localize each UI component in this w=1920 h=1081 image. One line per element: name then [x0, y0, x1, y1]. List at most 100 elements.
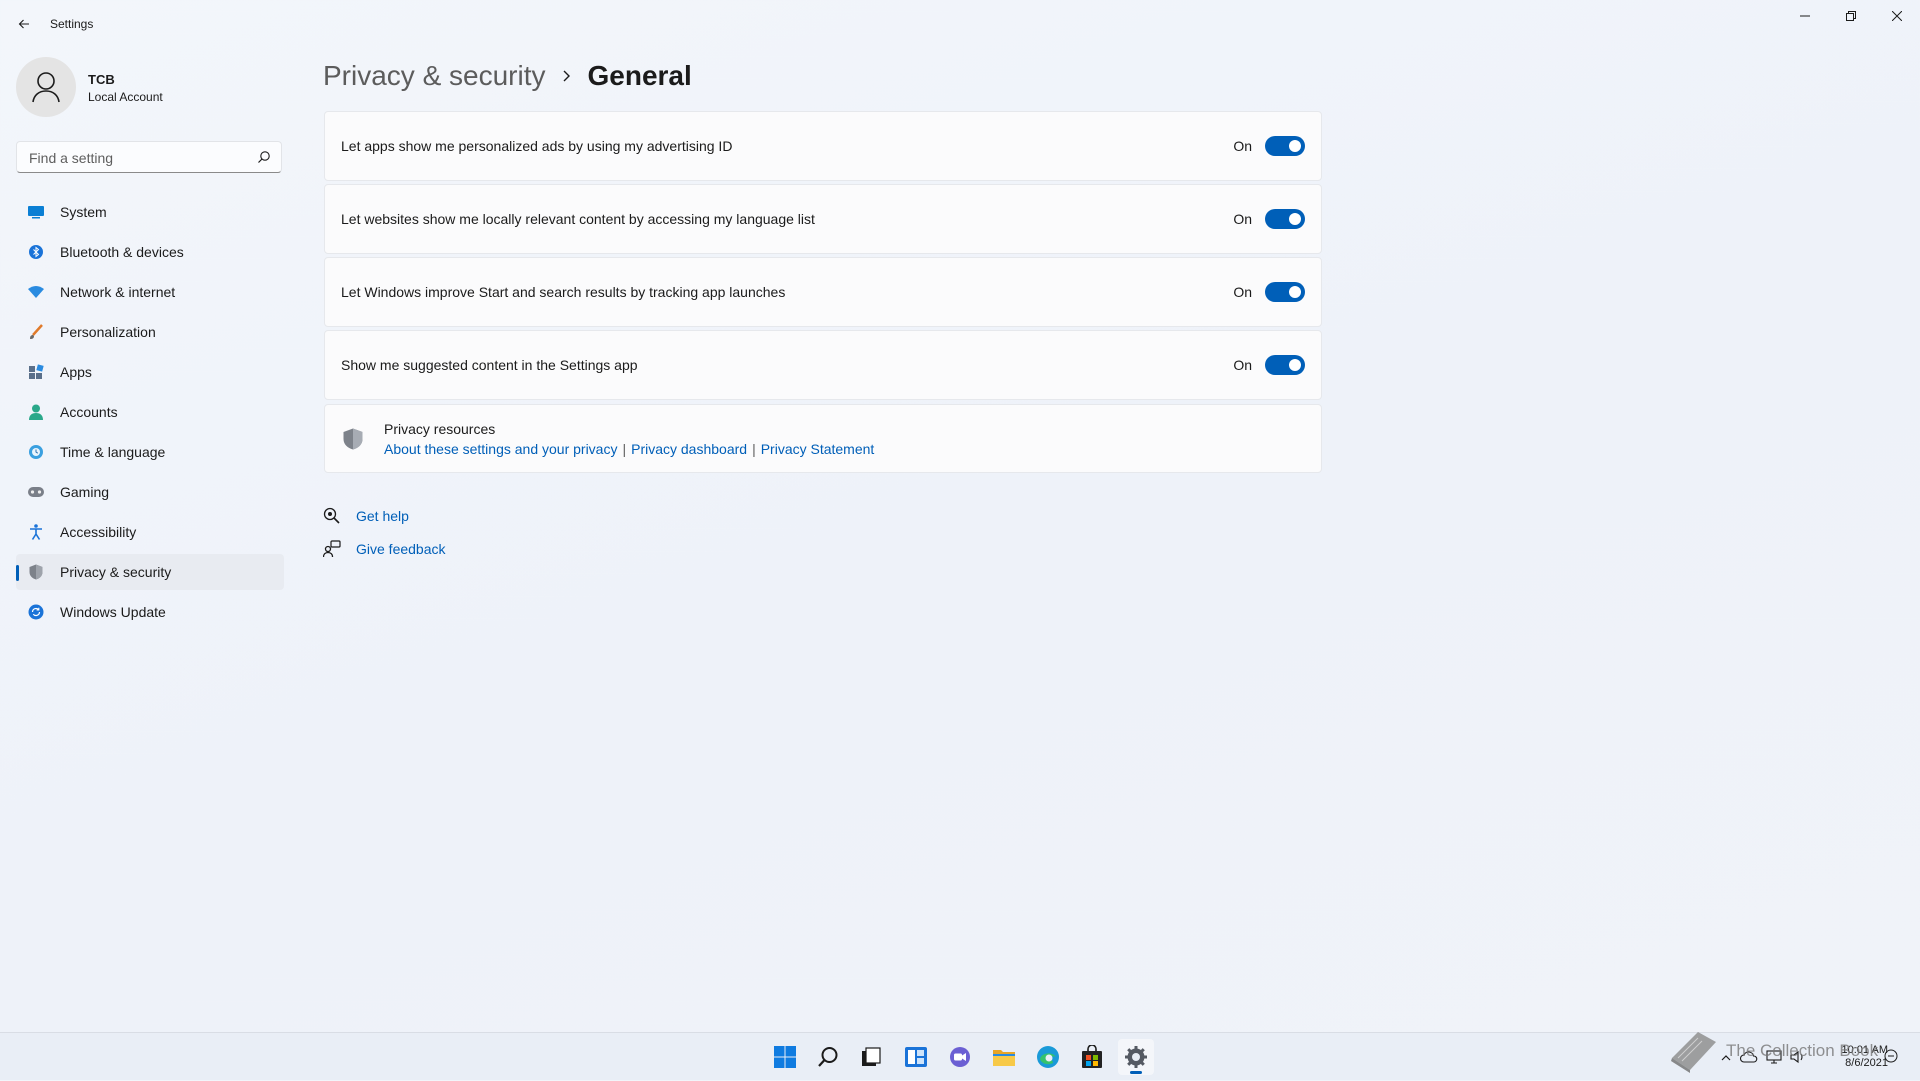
back-button[interactable]	[12, 10, 36, 38]
restore-icon	[1846, 11, 1856, 21]
chevron-right-icon	[562, 69, 572, 83]
sidebar-nav: System Bluetooth & devices Network & int…	[16, 194, 284, 634]
sidebar-item-personalization[interactable]: Personalization	[16, 314, 284, 350]
edge-button[interactable]	[1030, 1039, 1066, 1075]
app-launch-tracking-toggle[interactable]	[1265, 282, 1305, 302]
sidebar-item-label: Privacy & security	[60, 564, 172, 580]
store-icon	[1082, 1045, 1102, 1068]
app-title: Settings	[50, 17, 94, 31]
link-divider: |	[622, 441, 627, 457]
sidebar-item-label: Network & internet	[60, 284, 176, 300]
start-button[interactable]	[767, 1039, 803, 1075]
about-settings-privacy-link[interactable]: About these settings and your privacy	[384, 441, 617, 457]
search-icon	[258, 151, 270, 163]
sidebar-item-bluetooth[interactable]: Bluetooth & devices	[16, 234, 284, 270]
shield-icon	[343, 428, 363, 450]
user-profile[interactable]: TCB Local Account	[16, 57, 276, 117]
watermark-text: The Collection Book	[1726, 1041, 1879, 1060]
sidebar-item-network[interactable]: Network & internet	[16, 274, 284, 310]
get-help-row[interactable]: Get help	[323, 504, 409, 528]
watermark: The Collection Book	[1668, 1027, 1908, 1075]
store-button[interactable]	[1074, 1039, 1110, 1075]
sidebar-item-accounts[interactable]: Accounts	[16, 394, 284, 430]
sidebar-item-system[interactable]: System	[16, 194, 284, 230]
setting-card-language-list: Let websites show me locally relevant co…	[324, 184, 1322, 254]
privacy-resources-card: Privacy resources About these settings a…	[324, 404, 1322, 473]
system-icon	[28, 204, 44, 220]
toggle-state-text: On	[1233, 284, 1252, 300]
advertising-id-toggle[interactable]	[1265, 136, 1305, 156]
privacy-dashboard-link[interactable]: Privacy dashboard	[631, 441, 747, 457]
sidebar-item-apps[interactable]: Apps	[16, 354, 284, 390]
restore-button[interactable]	[1828, 0, 1874, 32]
widgets-button[interactable]	[898, 1039, 934, 1075]
feedback-icon	[323, 540, 341, 558]
sidebar-item-accessibility[interactable]: Accessibility	[16, 514, 284, 550]
setting-label: Let Windows improve Start and search res…	[341, 284, 786, 300]
sidebar-item-label: System	[60, 204, 107, 220]
time-language-icon	[28, 444, 44, 460]
sidebar-item-label: Time & language	[60, 444, 166, 460]
toggle-knob	[1289, 286, 1301, 298]
page-title: General	[587, 60, 692, 91]
close-icon	[1892, 11, 1902, 21]
sidebar-item-label: Apps	[60, 364, 92, 380]
privacy-resources-links: About these settings and your privacy | …	[384, 441, 874, 457]
toggle-state-text: On	[1233, 211, 1252, 227]
setting-label: Show me suggested content in the Setting…	[341, 357, 638, 373]
toggle-state-text: On	[1233, 138, 1252, 154]
suggested-content-toggle[interactable]	[1265, 355, 1305, 375]
apps-icon	[28, 364, 44, 380]
chat-icon	[950, 1047, 970, 1067]
setting-label: Let apps show me personalized ads by usi…	[341, 138, 733, 154]
settings-button[interactable]	[1118, 1039, 1154, 1075]
accessibility-icon	[28, 524, 44, 540]
file-explorer-button[interactable]	[986, 1039, 1022, 1075]
avatar	[16, 57, 76, 117]
taskbar-search-button[interactable]	[810, 1039, 846, 1075]
back-arrow-icon	[18, 19, 29, 29]
setting-card-advertising-id: Let apps show me personalized ads by usi…	[324, 111, 1322, 181]
toggle-state-text: On	[1233, 357, 1252, 373]
search-icon	[818, 1047, 838, 1067]
sidebar-item-label: Personalization	[60, 324, 156, 340]
gaming-icon	[28, 484, 44, 500]
breadcrumb-parent[interactable]: Privacy & security	[323, 60, 546, 92]
minimize-button[interactable]	[1782, 0, 1828, 32]
give-feedback-link[interactable]: Give feedback	[356, 541, 446, 557]
account-type: Local Account	[88, 90, 163, 104]
sidebar-item-label: Bluetooth & devices	[60, 244, 184, 260]
chat-button[interactable]	[942, 1039, 978, 1075]
get-help-link[interactable]: Get help	[356, 508, 409, 524]
book-logo-icon	[1671, 1032, 1716, 1073]
sidebar-item-label: Windows Update	[60, 604, 166, 620]
setting-label: Let websites show me locally relevant co…	[341, 211, 815, 227]
privacy-resources-title: Privacy resources	[384, 421, 496, 437]
get-help-icon	[323, 507, 341, 525]
sidebar-item-label: Accessibility	[60, 524, 137, 540]
sidebar-item-label: Gaming	[60, 484, 110, 500]
toggle-knob	[1289, 213, 1301, 225]
search-box[interactable]	[16, 141, 282, 174]
setting-card-app-launch-tracking: Let Windows improve Start and search res…	[324, 257, 1322, 327]
give-feedback-row[interactable]: Give feedback	[323, 537, 446, 561]
accounts-icon	[28, 404, 44, 420]
search-input[interactable]	[27, 142, 251, 174]
file-explorer-icon	[993, 1050, 1015, 1066]
sidebar-item-windows-update[interactable]: Windows Update	[16, 594, 284, 630]
taskbar: 10:01 AM 8/6/2021	[0, 1032, 1920, 1080]
personalization-icon	[28, 324, 44, 340]
bluetooth-icon	[28, 244, 44, 260]
privacy-statement-link[interactable]: Privacy Statement	[761, 441, 875, 457]
link-divider: |	[752, 441, 756, 457]
close-button[interactable]	[1874, 0, 1920, 32]
settings-icon	[1125, 1046, 1147, 1068]
sidebar-item-time-language[interactable]: Time & language	[16, 434, 284, 470]
sidebar-item-gaming[interactable]: Gaming	[16, 474, 284, 510]
edge-icon	[1037, 1046, 1059, 1068]
minimize-icon	[1800, 15, 1810, 17]
sidebar-item-privacy-security[interactable]: Privacy & security	[16, 554, 284, 590]
language-list-toggle[interactable]	[1265, 209, 1305, 229]
user-name: TCB	[88, 72, 115, 87]
task-view-button[interactable]	[853, 1039, 889, 1075]
